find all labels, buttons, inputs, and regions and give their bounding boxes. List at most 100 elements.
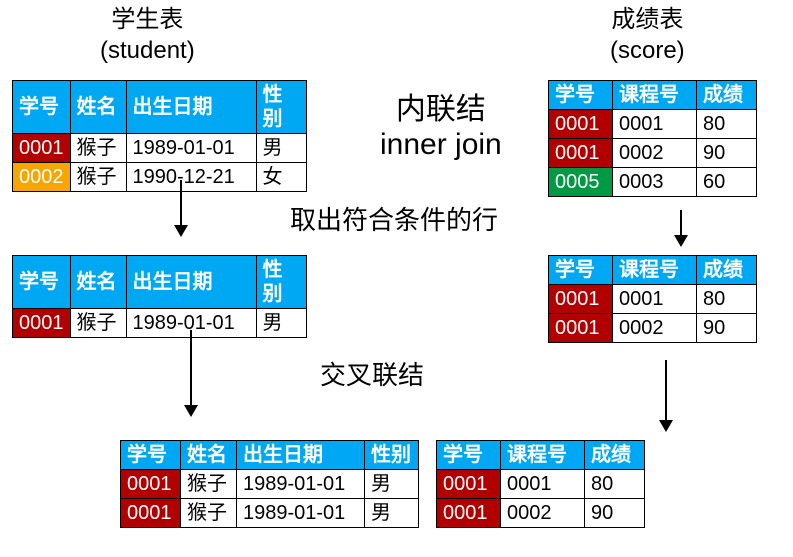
cell-id: 0002 [13,163,71,192]
table-row: 0001000290 [549,314,757,343]
cell-name: 猴子 [181,470,237,499]
cell-grade: 80 [697,285,757,314]
col-name: 姓名 [70,256,126,309]
score-table-mid: 学号 课程号 成绩 00010001800001000290 [548,255,757,343]
student-table-top: 学号 姓名 出生日期 性别 0001猴子1989-01-01男0002猴子199… [12,80,307,192]
inner-join-label: 内联结 inner join [380,84,502,162]
arrow-icon [680,210,682,245]
cell-name: 猴子 [181,499,237,528]
student-title-en: (student) [100,37,195,64]
cell-id: 0005 [549,168,613,197]
cell-name: 猴子 [70,163,126,192]
cell-course: 0003 [613,168,697,197]
col-course: 课程号 [613,256,697,285]
cell-id: 0001 [437,499,501,528]
col-sex: 性别 [256,256,306,309]
table-row: 0001000180 [437,470,645,499]
filter-label: 取出符合条件的行 [290,200,498,237]
col-dob: 出生日期 [237,441,365,470]
col-sex: 性别 [365,441,419,470]
col-grade: 成绩 [585,441,645,470]
cell-grade: 80 [585,470,645,499]
cell-grade: 60 [697,168,757,197]
cell-id: 0001 [549,110,613,139]
table-header-row: 学号 课程号 成绩 [437,441,645,470]
cell-id: 0001 [121,470,181,499]
table-header-row: 学号 姓名 出生日期 性别 [13,256,307,309]
table-row: 0001猴子1989-01-01男 [13,134,307,163]
cell-id: 0001 [13,134,71,163]
cell-course: 0002 [613,314,697,343]
cell-id: 0001 [549,139,613,168]
score-title-en: (score) [610,37,685,64]
col-id: 学号 [549,256,613,285]
cell-name: 猴子 [70,309,126,338]
cell-sex: 男 [256,134,306,163]
table-header-row: 学号 课程号 成绩 [549,256,757,285]
table-header-row: 学号 姓名 出生日期 性别 [13,81,307,134]
inner-join-en: inner join [380,128,502,161]
score-table-top: 学号 课程号 成绩 000100018000010002900005000360 [548,80,757,197]
arrow-icon [190,330,192,415]
cell-id: 0001 [121,499,181,528]
cell-course: 0002 [501,499,585,528]
cell-course: 0002 [613,139,697,168]
col-grade: 成绩 [697,81,757,110]
student-table-bottom: 学号 姓名 出生日期 性别 0001猴子1989-01-01男0001猴子198… [120,440,419,528]
score-table-bottom: 学号 课程号 成绩 00010001800001000290 [436,440,645,528]
cell-grade: 90 [697,139,757,168]
cell-dob: 1989-01-01 [237,470,365,499]
score-title-cn: 成绩表 [611,6,683,33]
student-table-title: 学生表 (student) [100,4,195,66]
cell-dob: 1990-12-21 [126,163,256,192]
col-id: 学号 [121,441,181,470]
col-course: 课程号 [501,441,585,470]
cell-course: 0001 [613,285,697,314]
student-title-cn: 学生表 [111,6,183,33]
cell-grade: 90 [697,314,757,343]
col-name: 姓名 [70,81,126,134]
table-row: 0001000290 [437,499,645,528]
cell-dob: 1989-01-01 [126,134,256,163]
table-row: 0001000180 [549,285,757,314]
cell-sex: 男 [256,309,306,338]
table-row: 0002猴子1990-12-21女 [13,163,307,192]
cell-id: 0001 [549,314,613,343]
col-grade: 成绩 [697,256,757,285]
table-row: 0001猴子1989-01-01男 [121,470,419,499]
cross-join-label: 交叉联结 [320,355,424,392]
col-name: 姓名 [181,441,237,470]
cell-name: 猴子 [70,134,126,163]
arrow-icon [665,360,667,430]
score-table-title: 成绩表 (score) [610,4,685,66]
cell-grade: 90 [585,499,645,528]
arrow-icon [180,180,182,235]
col-id: 学号 [549,81,613,110]
table-row: 0001000180 [549,110,757,139]
student-table-mid: 学号 姓名 出生日期 性别 0001猴子1989-01-01男 [12,255,307,338]
table-row: 0001猴子1989-01-01男 [121,499,419,528]
cell-course: 0001 [501,470,585,499]
inner-join-cn: 内联结 [396,93,486,126]
cell-sex: 男 [365,470,419,499]
table-row: 0005000360 [549,168,757,197]
table-header-row: 学号 课程号 成绩 [549,81,757,110]
col-id: 学号 [13,81,71,134]
cell-dob: 1989-01-01 [237,499,365,528]
col-sex: 性别 [256,81,306,134]
col-dob: 出生日期 [126,81,256,134]
cell-sex: 男 [365,499,419,528]
cell-id: 0001 [13,309,71,338]
table-header-row: 学号 姓名 出生日期 性别 [121,441,419,470]
cell-sex: 女 [256,163,306,192]
cell-id: 0001 [549,285,613,314]
table-row: 0001猴子1989-01-01男 [13,309,307,338]
cell-id: 0001 [437,470,501,499]
col-dob: 出生日期 [126,256,256,309]
col-id: 学号 [437,441,501,470]
col-id: 学号 [13,256,71,309]
col-course: 课程号 [613,81,697,110]
cell-grade: 80 [697,110,757,139]
table-row: 0001000290 [549,139,757,168]
cell-course: 0001 [613,110,697,139]
